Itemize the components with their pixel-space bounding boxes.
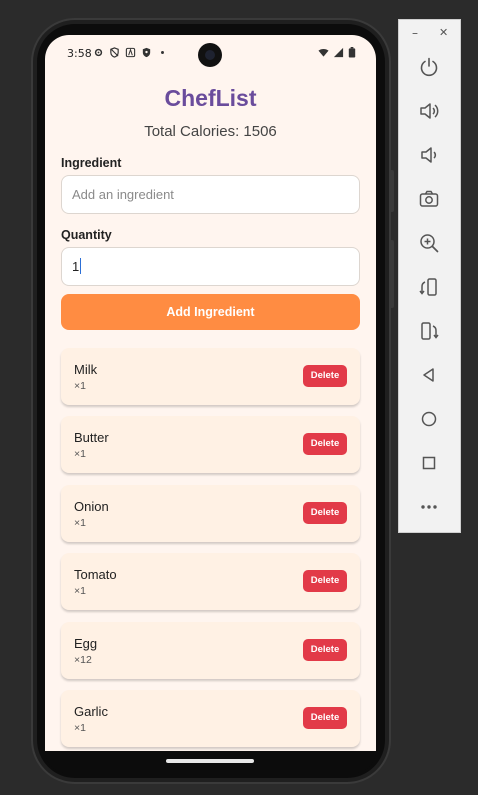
item-name: Egg: [74, 636, 98, 651]
back-icon[interactable]: [418, 364, 440, 386]
settings-icon: [94, 48, 103, 57]
delete-button[interactable]: Delete: [303, 570, 347, 592]
rotate-left-icon[interactable]: [418, 276, 440, 298]
list-item: Onion ×1 Delete: [61, 485, 360, 542]
signal-icon: [333, 47, 344, 58]
ingredient-label: Ingredient: [61, 156, 122, 170]
list-item: Tomato ×1 Delete: [61, 553, 360, 610]
more-icon[interactable]: [418, 496, 440, 518]
list-item: Egg ×12 Delete: [61, 622, 360, 679]
status-bar: 3:58: [45, 35, 376, 75]
delete-button[interactable]: Delete: [303, 502, 347, 524]
add-ingredient-button[interactable]: Add Ingredient: [61, 294, 360, 330]
item-name: Milk: [74, 362, 98, 377]
delete-button[interactable]: Delete: [303, 707, 347, 729]
camera-icon[interactable]: [418, 188, 440, 210]
side-power-button: [389, 170, 394, 212]
app-title: ChefList: [164, 85, 257, 111]
overview-icon[interactable]: [418, 452, 440, 474]
rotate-right-icon[interactable]: [418, 320, 440, 342]
text-a-icon: [125, 47, 136, 58]
item-name: Onion: [74, 499, 109, 514]
volume-up-icon[interactable]: [418, 100, 440, 122]
quantity-value: 1: [72, 259, 80, 274]
ingredient-input[interactable]: Add an ingredient: [61, 175, 360, 214]
list-item: Butter ×1 Delete: [61, 416, 360, 473]
item-quantity: ×1: [74, 722, 86, 734]
volume-down-icon[interactable]: [418, 144, 440, 166]
battery-icon: [348, 47, 356, 58]
front-camera: [198, 43, 222, 67]
side-volume-button: [389, 240, 394, 308]
item-quantity: ×1: [74, 517, 86, 529]
status-time: 3:58: [67, 47, 92, 60]
total-calories: Total Calories: 1506: [144, 123, 277, 140]
item-name: Garlic: [74, 704, 108, 719]
quantity-label: Quantity: [61, 228, 112, 242]
notification-dot-icon: [161, 51, 164, 54]
delete-button[interactable]: Delete: [303, 639, 347, 661]
item-quantity: ×1: [74, 585, 86, 597]
gesture-nav-handle[interactable]: [166, 759, 254, 763]
list-item: Milk ×1 Delete: [61, 348, 360, 405]
text-cursor: [80, 258, 82, 274]
close-button[interactable]: ✕: [439, 26, 448, 39]
delete-button[interactable]: Delete: [303, 365, 347, 387]
minimize-button[interactable]: –: [412, 26, 418, 40]
item-quantity: ×1: [74, 448, 86, 460]
item-quantity: ×1: [74, 380, 86, 392]
shield-off-icon: [110, 47, 119, 58]
power-icon[interactable]: [418, 56, 440, 78]
quantity-input[interactable]: 1: [61, 247, 360, 286]
emulator-toolbar: – ✕: [398, 19, 461, 533]
home-icon[interactable]: [418, 408, 440, 430]
wifi-icon: [318, 48, 329, 57]
ingredient-placeholder: Add an ingredient: [72, 187, 174, 202]
list-item: Garlic ×1 Delete: [61, 690, 360, 747]
delete-button[interactable]: Delete: [303, 433, 347, 455]
item-name: Butter: [74, 430, 109, 445]
zoom-in-icon[interactable]: [418, 232, 440, 254]
item-name: Tomato: [74, 567, 117, 582]
shield-icon: [142, 47, 151, 58]
item-quantity: ×12: [74, 654, 92, 666]
device-screen: 3:58 ChefList Total Calories: 1506 Ingre…: [45, 35, 376, 751]
